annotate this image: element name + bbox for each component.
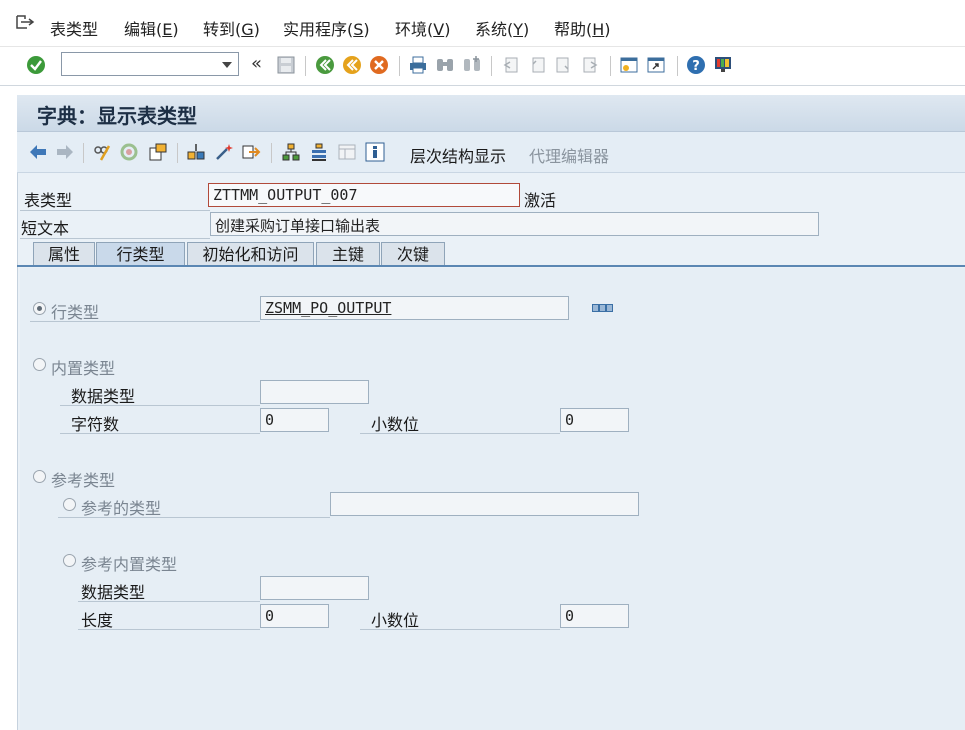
- cancel-icon[interactable]: [369, 55, 389, 75]
- menu-bar: 表类型 编辑(E) 转到(G) 实用程序(S) 环境(V) 系统(Y) 帮助(H…: [0, 0, 965, 47]
- ref-of-type-field[interactable]: [330, 492, 639, 516]
- ref-of-type-label: 参考的类型: [81, 499, 162, 518]
- hierarchy-icon[interactable]: [281, 142, 301, 162]
- command-field[interactable]: [61, 52, 239, 76]
- info-icon[interactable]: [365, 142, 385, 162]
- chars-field[interactable]: 0: [260, 408, 329, 432]
- chevron-down-icon[interactable]: [222, 62, 232, 68]
- svg-text:?: ?: [692, 59, 700, 74]
- enter-icon[interactable]: [26, 55, 46, 75]
- find-icon[interactable]: [435, 55, 455, 75]
- prev-page-icon[interactable]: [527, 55, 547, 75]
- display-change-icon[interactable]: [92, 142, 112, 162]
- activate-icon[interactable]: [119, 142, 139, 162]
- tab-row-type[interactable]: 行类型: [96, 242, 185, 266]
- menu-system[interactable]: 系统(Y): [475, 16, 529, 40]
- new-session-icon[interactable]: [619, 55, 639, 75]
- row-type-label: 行类型: [51, 303, 100, 322]
- ref-type-label: 参考类型: [51, 471, 116, 490]
- table-type-field[interactable]: ZTTMM_OUTPUT_007: [208, 183, 520, 207]
- next-page-icon[interactable]: [554, 55, 574, 75]
- menu-toggle-icon[interactable]: [15, 14, 35, 32]
- chars-label: 字符数: [71, 415, 120, 434]
- menu-help[interactable]: 帮助(H): [554, 16, 611, 40]
- navigate-icon[interactable]: [241, 142, 261, 162]
- tab-attributes[interactable]: 属性: [33, 242, 95, 266]
- application-toolbar: 层次结构显示 代理编辑器: [17, 132, 965, 173]
- row-type-radio[interactable]: [33, 302, 46, 315]
- magic-wand-icon[interactable]: [214, 142, 234, 162]
- ref-data-type-label: 数据类型: [81, 583, 146, 602]
- ref-data-type-field[interactable]: [260, 576, 369, 600]
- status-text: 激活: [524, 191, 557, 210]
- decimals-label: 小数位: [371, 415, 420, 434]
- row-type-field[interactable]: ZSMM_PO_OUTPUT: [260, 296, 569, 320]
- short-text-label: 短文本: [21, 219, 70, 238]
- tab-secondary-key[interactable]: 次键: [381, 242, 445, 266]
- save-icon[interactable]: [276, 55, 296, 75]
- find-next-icon[interactable]: [462, 55, 482, 75]
- where-used-icon[interactable]: [186, 142, 206, 162]
- ref-builtin-radio[interactable]: [63, 554, 76, 567]
- title-bar: 字典：显示表类型: [17, 95, 965, 132]
- print-icon[interactable]: [408, 55, 428, 75]
- builtin-type-radio[interactable]: [33, 358, 46, 371]
- nav-back-icon[interactable]: [28, 142, 48, 162]
- ref-builtin-label: 参考内置类型: [81, 555, 178, 574]
- structure-icon[interactable]: [592, 304, 613, 313]
- menu-table-type[interactable]: 表类型: [50, 16, 98, 40]
- menu-goto[interactable]: 转到(G): [203, 16, 260, 40]
- shortcut-icon[interactable]: [646, 55, 666, 75]
- tab-init-access[interactable]: 初始化和访问: [187, 242, 314, 266]
- system-toolbar: « ?: [0, 47, 965, 86]
- tab-primary-key[interactable]: 主键: [316, 242, 380, 266]
- table-type-label: 表类型: [24, 191, 73, 210]
- ref-of-type-radio[interactable]: [63, 498, 76, 511]
- page-title: 字典：显示表类型: [37, 104, 197, 128]
- first-page-icon[interactable]: [500, 55, 520, 75]
- data-type-field[interactable]: [260, 380, 369, 404]
- menu-utilities[interactable]: 实用程序(S): [283, 16, 370, 40]
- ref-decimals-label: 小数位: [371, 611, 420, 630]
- proxy-editor-button[interactable]: 代理编辑器: [529, 143, 609, 167]
- short-text-field[interactable]: 创建采购订单接口输出表: [210, 212, 819, 236]
- other-object-icon[interactable]: [148, 142, 168, 162]
- back-icon[interactable]: [315, 55, 335, 75]
- menu-edit[interactable]: 编辑(E): [124, 16, 179, 40]
- nav-forward-icon[interactable]: [55, 142, 75, 162]
- data-type-label: 数据类型: [71, 387, 136, 406]
- layout-icon[interactable]: [337, 142, 357, 162]
- customize-layout-icon[interactable]: [713, 55, 733, 75]
- help-icon[interactable]: ?: [686, 55, 706, 75]
- ref-decimals-field[interactable]: 0: [560, 604, 629, 628]
- builtin-type-label: 内置类型: [51, 359, 116, 378]
- expand-toolbar-button[interactable]: «: [251, 53, 262, 74]
- align-icon[interactable]: [309, 142, 329, 162]
- last-page-icon[interactable]: [581, 55, 601, 75]
- hierarchy-display-button[interactable]: 层次结构显示: [410, 143, 506, 167]
- menu-environment[interactable]: 环境(V): [395, 16, 450, 40]
- length-label: 长度: [81, 611, 114, 630]
- length-field[interactable]: 0: [260, 604, 329, 628]
- decimals-field[interactable]: 0: [560, 408, 629, 432]
- ref-type-radio[interactable]: [33, 470, 46, 483]
- exit-icon[interactable]: [342, 55, 362, 75]
